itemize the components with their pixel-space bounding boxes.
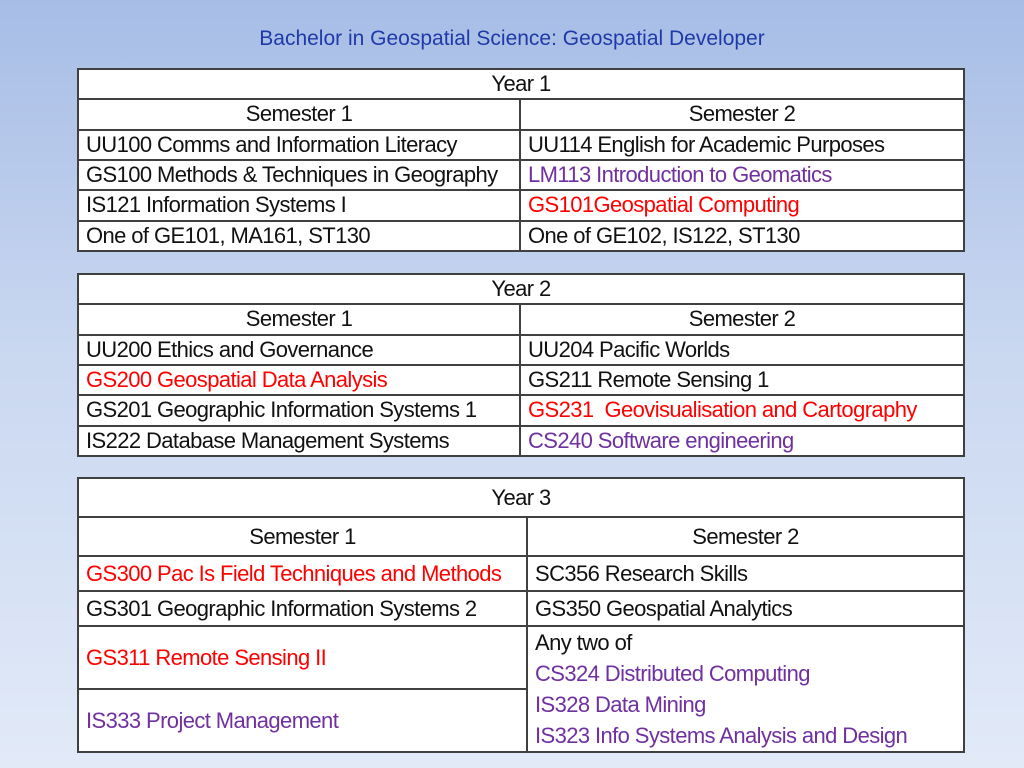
table-row: UU200 Ethics and Governance UU204 Pacifi… (77, 333, 965, 366)
table-row: GS301 Geographic Information Systems 2 G… (77, 590, 965, 627)
table-row: IS222 Database Management Systems CS240 … (77, 424, 965, 458)
course-cell: UU114 English for Academic Purposes (519, 128, 965, 161)
course-cell: GS301 Geographic Information Systems 2 (77, 590, 528, 627)
year-header-row: Year 3 (77, 477, 965, 518)
table-row: GS300 Pac Is Field Techniques and Method… (77, 555, 965, 592)
year-3-table: Year 3 Semester 1 Semester 2 GS300 Pac I… (77, 477, 965, 753)
table-row: GS201 Geographic Information Systems 1 G… (77, 394, 965, 427)
year-label: Year 1 (77, 67, 965, 101)
semester-1-header: Semester 1 (77, 98, 521, 131)
year-2-table: Year 2 Semester 1 Semester 2 UU200 Ethic… (77, 272, 965, 458)
course-cell: One of GE102, IS122, ST130 (519, 219, 965, 253)
table-row: GS100 Methods & Techniques in Geography … (77, 158, 965, 192)
course-cell: GS231 Geovisualisation and Cartography (519, 394, 965, 427)
course-cell: SC356 Research Skills (526, 555, 965, 592)
table-row: IS121 Information Systems I GS101Geospat… (77, 189, 965, 222)
course-cell: GS311 Remote Sensing II (77, 625, 528, 690)
course-cell: UU204 Pacific Worlds (519, 333, 965, 366)
course-cell: GS200 Geospatial Data Analysis (77, 363, 521, 397)
course-cell: IS333 Project Management (77, 688, 528, 753)
course-cell: LM113 Introduction to Geomatics (519, 158, 965, 192)
course-cell: CS240 Software engineering (519, 424, 965, 458)
semester-2-header: Semester 2 (519, 303, 965, 336)
course-cell: IS121 Information Systems I (77, 189, 521, 222)
course-cell: One of GE101, MA161, ST130 (77, 219, 521, 253)
semester-1-header: Semester 1 (77, 516, 528, 557)
elective-item: IS323 Info Systems Analysis and Design (535, 723, 908, 748)
table-row: One of GE101, MA161, ST130 One of GE102,… (77, 219, 965, 253)
course-cell: GS201 Geographic Information Systems 1 (77, 394, 521, 427)
course-cell: UU200 Ethics and Governance (77, 333, 521, 366)
semester-1-header: Semester 1 (77, 303, 521, 336)
page-title: Bachelor in Geospatial Science: Geospati… (259, 27, 765, 50)
semester-header-row: Semester 1 Semester 2 (77, 98, 965, 131)
semester-2-header: Semester 2 (526, 516, 965, 557)
year-label: Year 2 (77, 272, 965, 306)
year-header-row: Year 1 (77, 67, 965, 101)
year-1-table: Year 1 Semester 1 Semester 2 UU100 Comms… (77, 67, 965, 253)
course-cell: GS211 Remote Sensing 1 (519, 363, 965, 397)
course-cell: GS300 Pac Is Field Techniques and Method… (77, 555, 528, 592)
semester-header-row: Semester 1 Semester 2 (77, 516, 965, 557)
year-header-row: Year 2 (77, 272, 965, 306)
elective-item: CS324 Distributed Computing (535, 661, 810, 686)
table-row: GS200 Geospatial Data Analysis GS211 Rem… (77, 363, 965, 397)
table-row: UU100 Comms and Information Literacy UU1… (77, 128, 965, 161)
course-cell: IS222 Database Management Systems (77, 424, 521, 458)
course-cell: GS350 Geospatial Analytics (526, 590, 965, 627)
semester-header-row: Semester 1 Semester 2 (77, 303, 965, 336)
year-label: Year 3 (77, 477, 965, 518)
semester-2-header: Semester 2 (519, 98, 965, 131)
elective-item: IS328 Data Mining (535, 692, 706, 717)
electives-intro: Any two of (535, 630, 632, 655)
electives-cell: Any two of CS324 Distributed Computing I… (526, 625, 965, 753)
course-cell: GS101Geospatial Computing (519, 189, 965, 222)
table-row: GS311 Remote Sensing II Any two of CS324… (77, 625, 965, 753)
course-cell: GS100 Methods & Techniques in Geography (77, 158, 521, 192)
course-cell: UU100 Comms and Information Literacy (77, 128, 521, 161)
